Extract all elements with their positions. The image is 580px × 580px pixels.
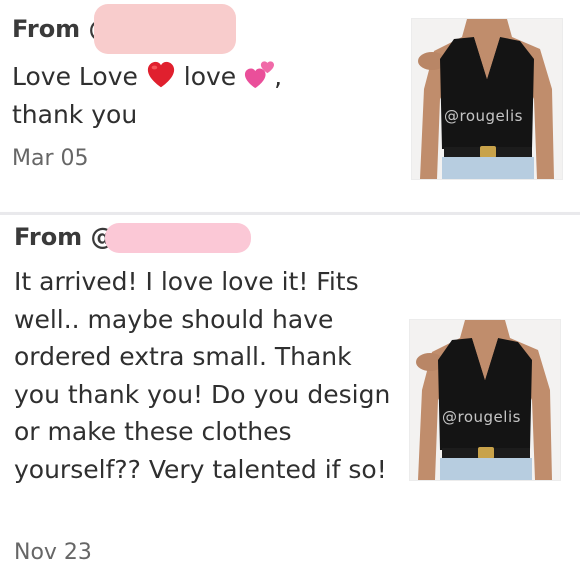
product-photo	[410, 320, 560, 480]
reviewer-from[interactable]: From @	[14, 223, 115, 251]
from-label: From @	[14, 223, 115, 251]
redacted-username	[94, 4, 236, 54]
review-text: Love Love love , thank you	[12, 58, 392, 133]
review-text: It arrived! I love love it! Fits well.. …	[14, 267, 391, 484]
watermark: @rougelis	[442, 408, 521, 426]
review-card: From @ It arrived! I love love it! Fits …	[0, 215, 580, 580]
review-text-line: thank you	[12, 99, 138, 129]
redacted-username	[105, 223, 251, 253]
red-heart-icon	[147, 61, 174, 88]
watermark: @rougelis	[444, 107, 523, 125]
review-date: Mar 05	[12, 146, 89, 171]
product-thumbnail[interactable]: @rougelis	[409, 319, 561, 481]
review-text-part: love	[175, 62, 245, 91]
product-photo	[412, 19, 562, 179]
review-card: From @ Love Love love , thank you Mar 05	[0, 0, 580, 212]
review-text-part: Love Love	[12, 62, 146, 91]
product-thumbnail[interactable]: @rougelis	[411, 18, 563, 180]
review-date: Nov 23	[14, 540, 92, 565]
review-text-part: ,	[274, 62, 283, 91]
two-hearts-icon	[245, 61, 275, 89]
